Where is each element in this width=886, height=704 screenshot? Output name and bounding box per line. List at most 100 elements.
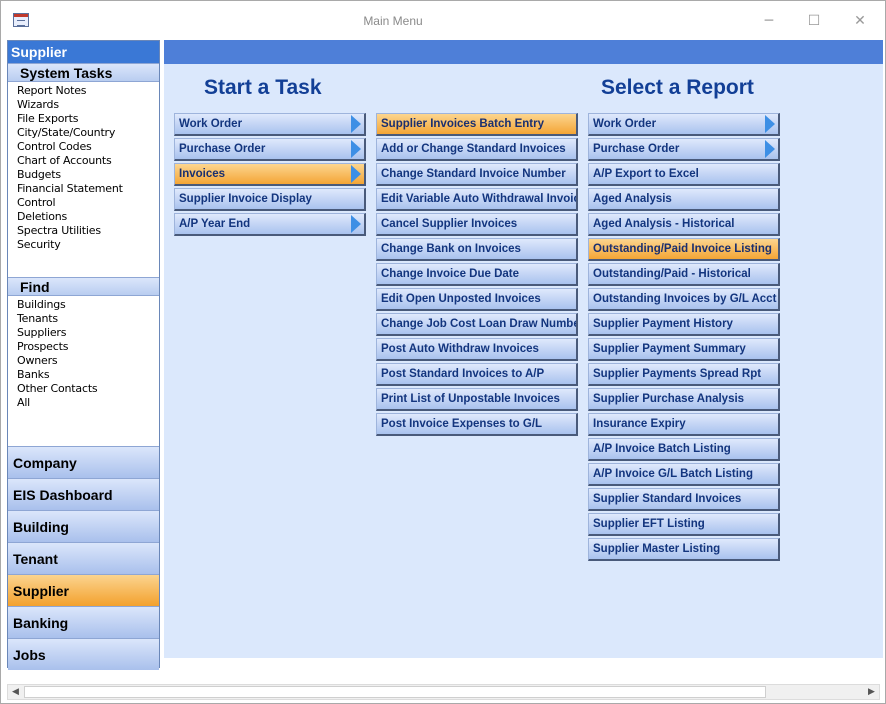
button-label: Supplier Invoice Display (179, 193, 312, 205)
window-title: Main Menu (363, 14, 423, 28)
find-item[interactable]: Banks (17, 368, 159, 382)
system-task-item[interactable]: File Exports (17, 112, 159, 126)
button-label: Post Auto Withdraw Invoices (381, 343, 539, 355)
system-task-item[interactable]: Financial Statement Control (17, 182, 159, 210)
sidebar-nav-building[interactable]: Building (8, 510, 159, 542)
invoice-task-change-bank-on-invoices-button[interactable]: Change Bank on Invoices (376, 238, 578, 261)
scroll-right-arrow-icon[interactable]: ▶ (864, 685, 879, 699)
sidebar-nav-banking[interactable]: Banking (8, 606, 159, 638)
sidebar: Supplier System Tasks Report Notes Wizard… (7, 40, 160, 670)
invoice-task-add-or-change-standard-invoices-button[interactable]: Add or Change Standard Invoices (376, 138, 578, 161)
report-supplier-master-listing-button[interactable]: Supplier Master Listing (588, 538, 780, 561)
button-label: Work Order (593, 118, 657, 130)
button-label: Change Bank on Invoices (381, 243, 521, 255)
button-label: Supplier Invoices Batch Entry (381, 118, 544, 130)
button-label: Add or Change Standard Invoices (381, 143, 566, 155)
invoice-task-print-list-of-unpostable-invoices-button[interactable]: Print List of Unpostable Invoices (376, 388, 578, 411)
report-supplier-payment-history-button[interactable]: Supplier Payment History (588, 313, 780, 336)
system-task-item[interactable]: City/State/Country (17, 126, 159, 140)
report-a-p-export-to-excel-button[interactable]: A/P Export to Excel (588, 163, 780, 186)
sidebar-nav-supplier[interactable]: Supplier (8, 574, 159, 606)
button-label: A/P Invoice G/L Batch Listing (593, 468, 753, 480)
task-supplier-invoice-display-button[interactable]: Supplier Invoice Display (174, 188, 366, 211)
submenu-arrow-icon (349, 165, 363, 184)
main-panel: Start a Task Select a Report Work Order P… (164, 40, 883, 658)
system-task-item[interactable]: Security (17, 238, 159, 252)
system-task-item[interactable]: Report Notes (17, 84, 159, 98)
report-supplier-standard-invoices-button[interactable]: Supplier Standard Invoices (588, 488, 780, 511)
report-supplier-eft-listing-button[interactable]: Supplier EFT Listing (588, 513, 780, 536)
report-aged-analysis-historical-button[interactable]: Aged Analysis - Historical (588, 213, 780, 236)
report-outstanding-paid-historical-button[interactable]: Outstanding/Paid - Historical (588, 263, 780, 286)
find-item[interactable]: Tenants (17, 312, 159, 326)
close-button[interactable]: ✕ (837, 7, 883, 35)
report-outstanding-invoices-by-g-l-acct-button[interactable]: Outstanding Invoices by G/L Acct (588, 288, 780, 311)
report-work-order-button[interactable]: Work Order (588, 113, 780, 136)
system-task-item[interactable]: Deletions (17, 210, 159, 224)
report-outstanding-paid-invoice-listing-button[interactable]: Outstanding/Paid Invoice Listing (588, 238, 780, 261)
invoice-task-change-job-cost-loan-draw-number-button[interactable]: Change Job Cost Loan Draw Number (376, 313, 578, 336)
find-item[interactable]: Suppliers (17, 326, 159, 340)
button-label: Outstanding/Paid Invoice Listing (593, 243, 772, 255)
find-item[interactable]: Buildings (17, 298, 159, 312)
invoice-task-change-invoice-due-date-button[interactable]: Change Invoice Due Date (376, 263, 578, 286)
scroll-thumb[interactable] (24, 686, 766, 698)
horizontal-scrollbar[interactable]: ◀ ▶ (7, 684, 880, 700)
report-supplier-payment-summary-button[interactable]: Supplier Payment Summary (588, 338, 780, 361)
find-heading[interactable]: Find (8, 277, 159, 296)
button-label: Supplier EFT Listing (593, 518, 705, 530)
invoice-task-post-standard-invoices-to-a-p-button[interactable]: Post Standard Invoices to A/P (376, 363, 578, 386)
find-item[interactable]: All (17, 396, 159, 410)
system-task-item[interactable]: Budgets (17, 168, 159, 182)
task-invoices-button[interactable]: Invoices (174, 163, 366, 186)
find-item[interactable]: Other Contacts (17, 382, 159, 396)
report-insurance-expiry-button[interactable]: Insurance Expiry (588, 413, 780, 436)
find-item[interactable]: Owners (17, 354, 159, 368)
button-label: Invoices (179, 168, 226, 180)
system-task-item[interactable]: Chart of Accounts (17, 154, 159, 168)
invoice-task-supplier-invoices-batch-entry-button[interactable]: Supplier Invoices Batch Entry (376, 113, 578, 136)
submenu-arrow-icon (349, 115, 363, 134)
submenu-arrow-icon (349, 215, 363, 234)
maximize-button[interactable]: ☐ (791, 7, 837, 35)
button-label: Print List of Unpostable Invoices (381, 393, 560, 405)
sidebar-header: Supplier (8, 41, 159, 63)
system-task-item[interactable]: Wizards (17, 98, 159, 112)
scroll-left-arrow-icon[interactable]: ◀ (8, 685, 23, 699)
report-supplier-purchase-analysis-button[interactable]: Supplier Purchase Analysis (588, 388, 780, 411)
sidebar-nav-eis-dashboard[interactable]: EIS Dashboard (8, 478, 159, 510)
find-item[interactable]: Prospects (17, 340, 159, 354)
sidebar-nav-company[interactable]: Company (8, 446, 159, 478)
invoice-task-edit-variable-auto-withdrawal-invoice-button[interactable]: Edit Variable Auto Withdrawal Invoice (376, 188, 578, 211)
report-a-p-invoice-g-l-batch-listing-button[interactable]: A/P Invoice G/L Batch Listing (588, 463, 780, 486)
invoice-task-post-auto-withdraw-invoices-button[interactable]: Post Auto Withdraw Invoices (376, 338, 578, 361)
invoice-task-cancel-supplier-invoices-button[interactable]: Cancel Supplier Invoices (376, 213, 578, 236)
minimize-button[interactable]: ─ (746, 7, 792, 35)
invoice-task-edit-open-unposted-invoices-button[interactable]: Edit Open Unposted Invoices (376, 288, 578, 311)
button-label: Purchase Order (179, 143, 266, 155)
system-task-item[interactable]: Spectra Utilities (17, 224, 159, 238)
invoice-task-change-standard-invoice-number-button[interactable]: Change Standard Invoice Number (376, 163, 578, 186)
button-label: Cancel Supplier Invoices (381, 218, 518, 230)
button-label: A/P Year End (179, 218, 251, 230)
report-aged-analysis-button[interactable]: Aged Analysis (588, 188, 780, 211)
start-task-heading: Start a Task (204, 76, 322, 99)
task-a-p-year-end-button[interactable]: A/P Year End (174, 213, 366, 236)
system-tasks-list: Report Notes Wizards File Exports City/Stat… (8, 82, 159, 277)
report-purchase-order-button[interactable]: Purchase Order (588, 138, 780, 161)
button-label: Supplier Master Listing (593, 543, 721, 555)
select-report-heading: Select a Report (601, 76, 754, 99)
button-label: Outstanding/Paid - Historical (593, 268, 751, 280)
task-work-order-button[interactable]: Work Order (174, 113, 366, 136)
submenu-arrow-icon (763, 140, 777, 159)
button-label: A/P Invoice Batch Listing (593, 443, 731, 455)
invoice-task-post-invoice-expenses-to-g-l-button[interactable]: Post Invoice Expenses to G/L (376, 413, 578, 436)
report-supplier-payments-spread-rpt-button[interactable]: Supplier Payments Spread Rpt (588, 363, 780, 386)
sidebar-nav-jobs[interactable]: Jobs (8, 638, 159, 670)
main-top-bar (164, 40, 883, 64)
report-a-p-invoice-batch-listing-button[interactable]: A/P Invoice Batch Listing (588, 438, 780, 461)
system-task-item[interactable]: Control Codes (17, 140, 159, 154)
sidebar-nav-tenant[interactable]: Tenant (8, 542, 159, 574)
system-tasks-heading[interactable]: System Tasks (8, 63, 159, 82)
task-purchase-order-button[interactable]: Purchase Order (174, 138, 366, 161)
